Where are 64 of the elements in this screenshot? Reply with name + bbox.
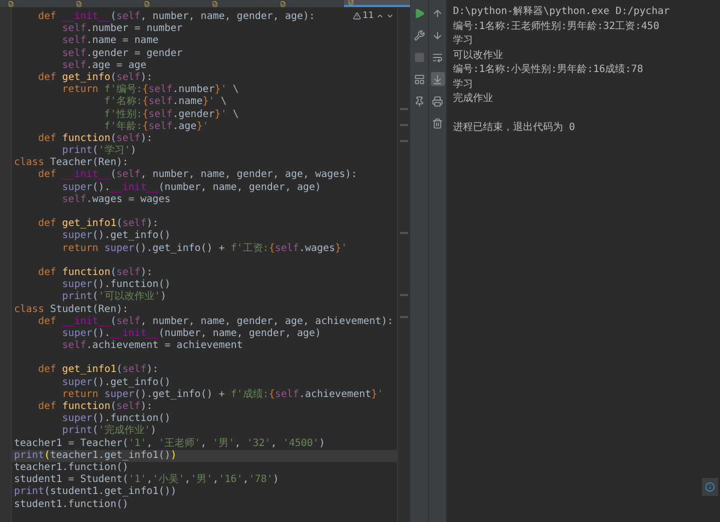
- code-line: class Teacher(Ren):: [14, 157, 128, 169]
- process-exit-message: 进程已结束，退出代码为 0: [453, 120, 576, 134]
- code-line: student1 = Student('1','小吴','男','16','78'): [14, 474, 279, 486]
- code-line: f'性别:{self.gender}' \: [103, 108, 239, 120]
- print-button[interactable]: [430, 94, 444, 108]
- console-output-line: 学习: [453, 34, 473, 48]
- previous-icon[interactable]: [376, 12, 384, 20]
- code-line: return f'编号:{self.number}' \: [61, 84, 239, 96]
- code-line: return super().get_info() + f'成绩:{self.achievement}': [61, 388, 384, 401]
- python-file-icon: [144, 1, 150, 7]
- code-line: self.name = name: [61, 35, 158, 48]
- code-line: def get_info1(self):: [37, 364, 159, 377]
- code-line: super().get_info(): [61, 376, 171, 389]
- python-file-icon: [212, 1, 218, 7]
- code-line: teacher1 = Teacher('1', '王老师', '男', '32', '4500'): [14, 438, 325, 450]
- python-file-icon: [8, 1, 14, 7]
- code-line: super().function(): [61, 279, 171, 290]
- code-line: return super().get_info() + f'工资:{self.wages}': [61, 242, 348, 255]
- code-line: super().function(): [61, 413, 171, 424]
- code-line: print('可以改作业'): [61, 291, 166, 304]
- layout-button[interactable]: [412, 72, 426, 86]
- trash-button[interactable]: [430, 116, 444, 130]
- wrench-button[interactable]: [412, 28, 426, 42]
- code-line: print(teacher1.get_info1()): [14, 450, 177, 462]
- console-output-line: 编号:1名称:王老师性别:男年龄:32工资:450: [453, 20, 660, 34]
- code-line: print('完成作业'): [61, 425, 156, 438]
- code-line: teacher1.function(): [14, 462, 128, 474]
- code-line: def __init__(self, number, name, gender, age, wages):: [37, 169, 358, 182]
- code-line: self.age = age: [61, 60, 146, 72]
- notification-button[interactable]: [702, 478, 718, 496]
- code-line: def function(self):: [37, 401, 153, 413]
- python-file-icon: [76, 1, 82, 7]
- code-line: super().__init__(number, name, gender, age): [61, 182, 322, 194]
- code-line: f'名称:{self.name}' \: [103, 96, 227, 108]
- code-line: def __init__(self, number, name, gender, age):: [37, 11, 316, 23]
- code-line: print(student1.get_info1()): [14, 486, 177, 498]
- code-line: class Student(Ren):: [14, 304, 128, 316]
- console-output-line: 编号:1名称:小吴性别:男年龄:16成绩:78: [453, 63, 644, 77]
- console-output-line: 可以改作业: [453, 48, 503, 62]
- console-output-line: 学习: [453, 78, 473, 92]
- console-output-line: 完成作业: [453, 92, 493, 106]
- code-line: def get_info(self):: [37, 72, 153, 84]
- code-line: print('学习'): [61, 145, 136, 157]
- code-line: super().__init__(number, name, gender, age): [61, 328, 322, 340]
- scrollbar[interactable]: [397, 8, 410, 522]
- code-line: f'年龄:{self.age}': [103, 120, 209, 133]
- warning-count: 11: [362, 11, 374, 21]
- code-line: def get_info1(self):: [37, 218, 159, 230]
- code-line: self.number = number: [61, 23, 183, 35]
- console-output-line: D:\python-解释器\python.exe D:/pychar: [453, 5, 670, 19]
- scroll-to-end-button[interactable]: [430, 72, 444, 86]
- python-file-icon: [348, 0, 354, 5]
- code-line: self.achievement = achievement: [61, 340, 243, 352]
- next-icon[interactable]: [386, 12, 394, 20]
- code-line: student1.function(): [14, 498, 128, 511]
- code-line: self.gender = gender: [61, 48, 183, 60]
- code-line: def function(self):: [37, 266, 153, 279]
- file-tab[interactable]: [344, 0, 410, 7]
- code-line: def function(self):: [37, 132, 153, 145]
- code-line: def __init__(self, number, name, gender, age, achievement):: [37, 316, 394, 328]
- python-file-icon: [280, 1, 286, 7]
- warning-icon: [352, 12, 361, 20]
- code-line: super().get_info(): [61, 230, 171, 243]
- code-line: self.wages = wages: [61, 194, 171, 206]
